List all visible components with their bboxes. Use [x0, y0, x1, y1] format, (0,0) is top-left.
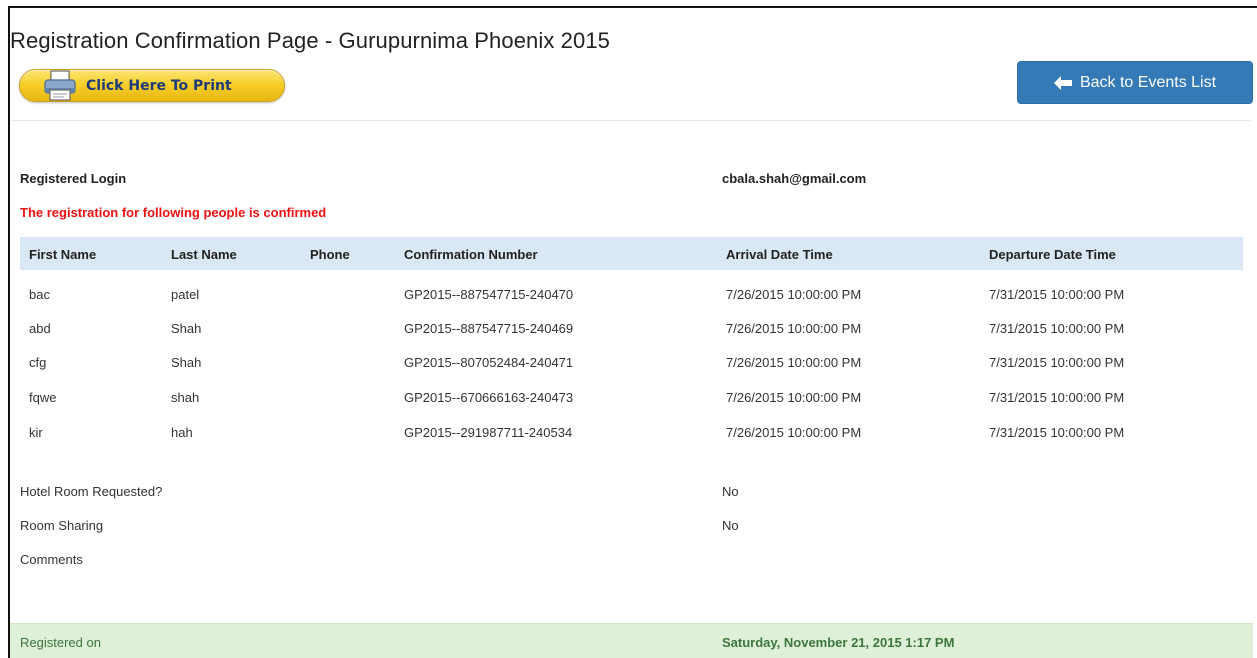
comments-label: Comments [20, 552, 83, 567]
arrow-left-icon [1053, 75, 1072, 90]
table-header: First Name Last Name Phone Confirmation … [20, 237, 1243, 270]
cell-arrival: 7/26/2015 10:00:00 PM [726, 390, 862, 405]
registered-on-bar: Registered on Saturday, November 21, 201… [10, 623, 1253, 658]
cell-confirmation: GP2015--670666163-240473 [404, 390, 574, 405]
cell-last-name: Shah [171, 355, 202, 370]
cell-confirmation: GP2015--887547715-240470 [404, 287, 574, 302]
hotel-room-value: No [722, 484, 739, 499]
table-row: cfg Shah GP2015--807052484-240471 7/26/2… [20, 345, 1243, 379]
page-title: Registration Confirmation Page - Gurupur… [10, 28, 611, 53]
header-departure: Departure Date Time [989, 247, 1116, 262]
cell-first-name: abd [29, 321, 51, 336]
room-sharing-value: No [722, 518, 739, 533]
header-first-name: First Name [29, 247, 97, 262]
cell-arrival: 7/26/2015 10:00:00 PM [726, 321, 862, 336]
cell-arrival: 7/26/2015 10:00:00 PM [726, 425, 862, 440]
confirmation-message: The registration for following people is… [20, 205, 327, 220]
cell-departure: 7/31/2015 10:00:00 PM [989, 321, 1125, 336]
back-button-label: Back to Events List [1079, 73, 1217, 91]
table-row: fqwe shah GP2015--670666163-240473 7/26/… [20, 380, 1243, 414]
cell-departure: 7/31/2015 10:00:00 PM [989, 355, 1125, 370]
cell-last-name: hah [171, 425, 193, 440]
divider [11, 120, 1251, 121]
header-confirmation-number: Confirmation Number [404, 247, 538, 262]
cell-confirmation: GP2015--807052484-240471 [404, 355, 574, 370]
cell-confirmation: GP2015--887547715-240469 [404, 321, 574, 336]
print-button[interactable]: Click Here To Print [19, 69, 285, 102]
cell-confirmation: GP2015--291987711-240534 [404, 425, 573, 440]
room-sharing-label: Room Sharing [20, 518, 104, 533]
cell-first-name: kir [29, 425, 43, 440]
cell-first-name: fqwe [29, 390, 57, 405]
cell-last-name: shah [171, 390, 200, 405]
cell-departure: 7/31/2015 10:00:00 PM [989, 390, 1125, 405]
cell-first-name: bac [29, 287, 50, 302]
print-button-label: Click Here To Print [86, 78, 232, 94]
printer-icon [42, 70, 78, 102]
registered-login-value: cbala.shah@gmail.com [722, 171, 867, 186]
hotel-room-label: Hotel Room Requested? [20, 484, 163, 499]
cell-first-name: cfg [29, 355, 47, 370]
cell-last-name: patel [171, 287, 200, 302]
header-arrival: Arrival Date Time [726, 247, 833, 262]
registered-on-label: Registered on [20, 635, 101, 650]
back-to-events-button[interactable]: Back to Events List [1017, 61, 1253, 104]
cell-departure: 7/31/2015 10:00:00 PM [989, 287, 1125, 302]
cell-arrival: 7/26/2015 10:00:00 PM [726, 355, 862, 370]
header-phone: Phone [310, 247, 350, 262]
cell-last-name: Shah [171, 321, 202, 336]
registered-login-label: Registered Login [20, 171, 127, 186]
table-row: abd Shah GP2015--887547715-240469 7/26/2… [20, 311, 1243, 345]
header-last-name: Last Name [171, 247, 237, 262]
table-row: kir hah GP2015--291987711-240534 7/26/20… [20, 415, 1243, 449]
cell-departure: 7/31/2015 10:00:00 PM [989, 425, 1125, 440]
table-row: bac patel GP2015--887547715-240470 7/26/… [20, 277, 1243, 311]
cell-arrival: 7/26/2015 10:00:00 PM [726, 287, 862, 302]
registered-on-value: Saturday, November 21, 2015 1:17 PM [722, 635, 955, 650]
